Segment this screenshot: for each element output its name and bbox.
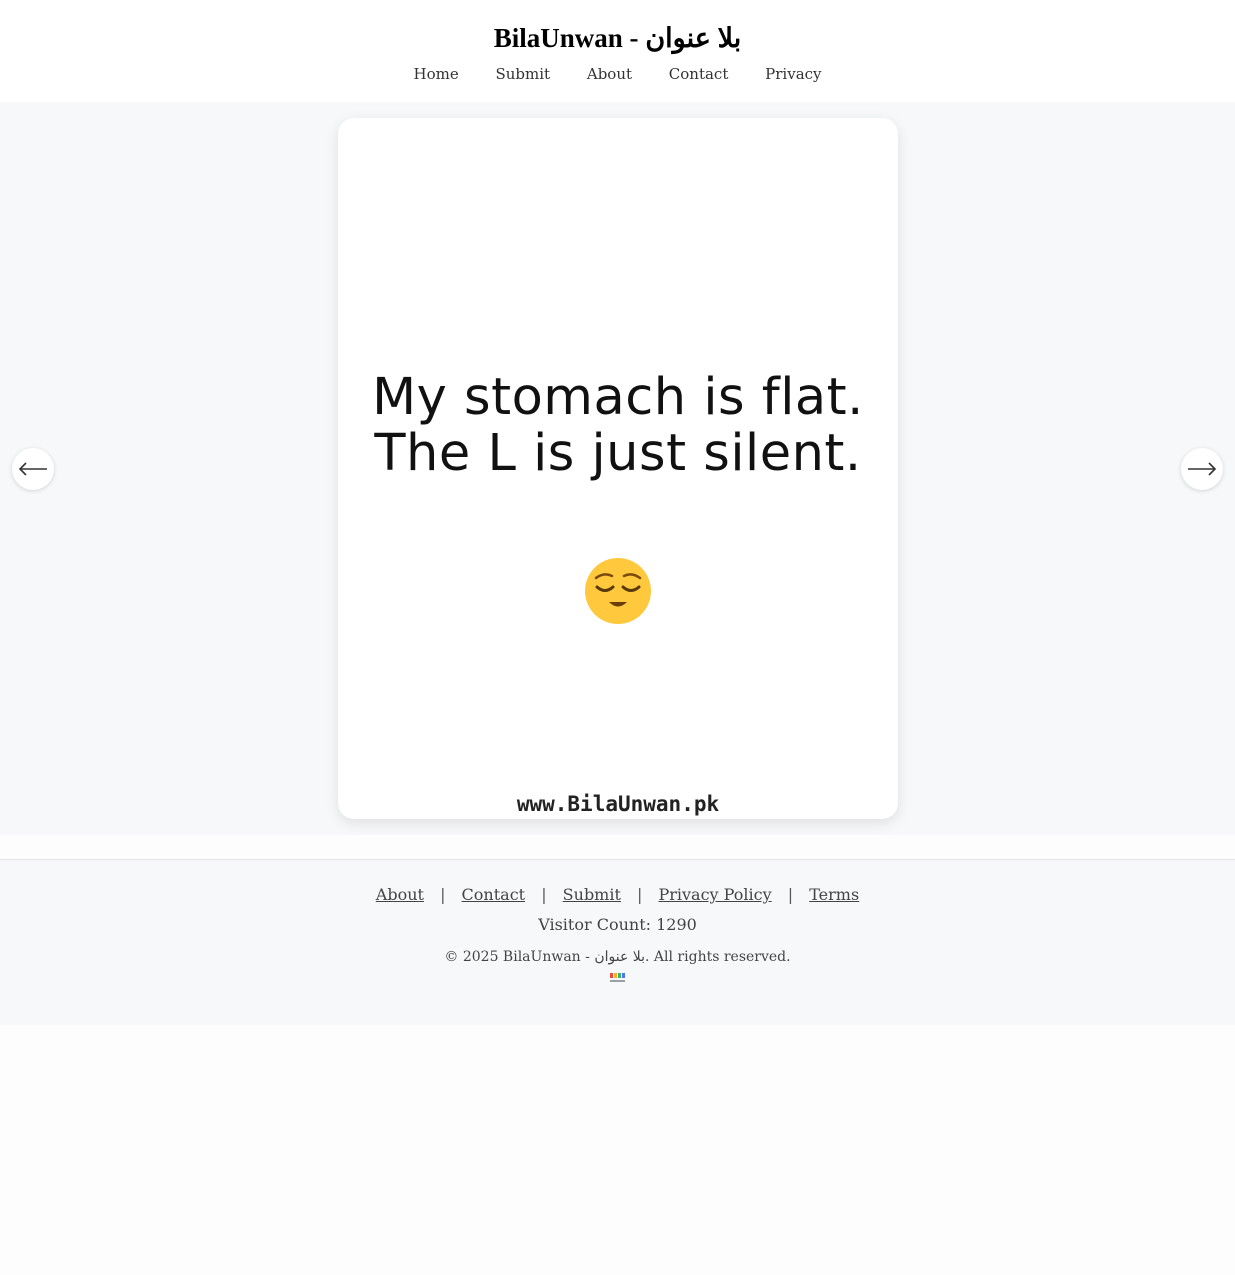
site-logo-icon <box>609 973 625 982</box>
right-arrow-icon <box>1188 462 1217 476</box>
footer-privacy-policy-link[interactable]: Privacy Policy <box>658 885 771 904</box>
nav-submit-link[interactable]: Submit <box>495 65 550 83</box>
footer-separator: | <box>440 885 446 904</box>
nav-contact-link[interactable]: Contact <box>669 65 729 83</box>
footer-links: About | Contact | Submit | Privacy Polic… <box>0 885 1235 904</box>
main-nav: Home Submit About Contact Privacy <box>0 65 1235 83</box>
relieved-face-icon <box>585 558 651 624</box>
previous-button[interactable] <box>12 448 54 490</box>
footer-terms-link[interactable]: Terms <box>809 885 859 904</box>
footer-separator: | <box>541 885 547 904</box>
site-footer: About | Contact | Submit | Privacy Polic… <box>0 859 1235 1025</box>
spacer <box>0 835 1235 859</box>
copyright-text: © 2025 BilaUnwan - بلا عنوان. All rights… <box>444 949 791 965</box>
footer-submit-link[interactable]: Submit <box>563 885 621 904</box>
footer-about-link[interactable]: About <box>376 885 424 904</box>
site-title: BilaUnwan - بلا عنوان <box>493 23 742 53</box>
joke-card: My stomach is flat. The L is just silent… <box>338 118 898 819</box>
next-button[interactable] <box>1181 448 1223 490</box>
left-arrow-icon <box>18 462 47 476</box>
visitor-count: Visitor Count: 1290 <box>538 915 697 934</box>
footer-separator: | <box>637 885 643 904</box>
nav-home-link[interactable]: Home <box>413 65 458 83</box>
site-header: BilaUnwan - بلا عنوان Home Submit About … <box>0 0 1235 102</box>
nav-about-link[interactable]: About <box>587 65 632 83</box>
footer-separator: | <box>787 885 794 904</box>
footer-contact-link[interactable]: Contact <box>462 885 526 904</box>
joke-carousel: My stomach is flat. The L is just silent… <box>0 102 1235 835</box>
watermark-text: www.BilaUnwan.pk <box>516 792 720 816</box>
nav-privacy-link[interactable]: Privacy <box>765 65 821 83</box>
joke-text: My stomach is flat. The L is just silent… <box>372 368 864 483</box>
